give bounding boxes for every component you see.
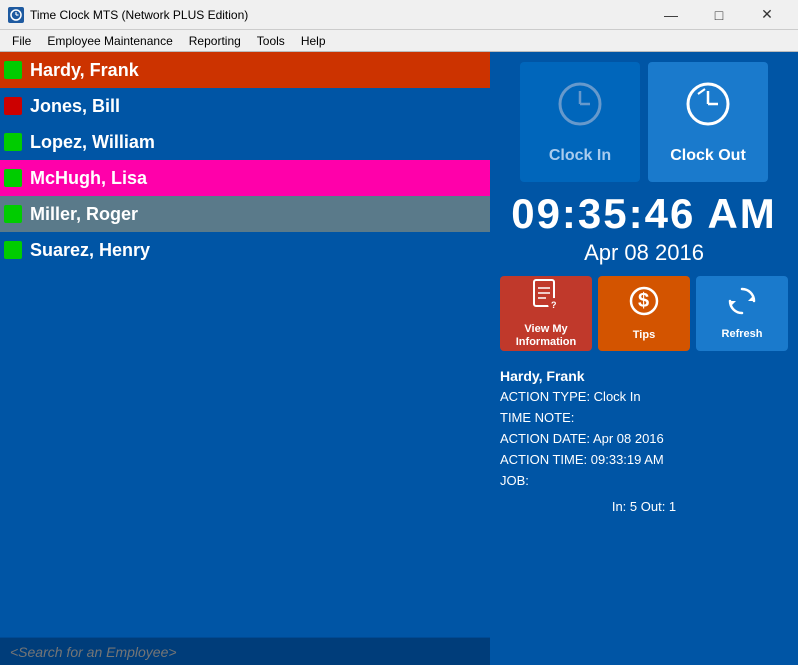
- employee-row[interactable]: Hardy, Frank: [0, 52, 490, 88]
- menu-help[interactable]: Help: [293, 32, 334, 50]
- refresh-icon: [726, 285, 758, 324]
- action-employee-name: Hardy, Frank: [500, 365, 788, 387]
- close-button[interactable]: ✕: [744, 0, 790, 30]
- employee-name: McHugh, Lisa: [30, 168, 147, 189]
- svg-text:$: $: [638, 290, 649, 312]
- employee-row[interactable]: Lopez, William: [0, 124, 490, 160]
- stats-line: In: 5 Out: 1: [612, 499, 676, 514]
- action-time-value: 09:33:19 AM: [591, 452, 664, 467]
- maximize-button[interactable]: □: [696, 0, 742, 30]
- view-info-button[interactable]: ? View MyInformation: [500, 276, 592, 351]
- app-icon: [8, 7, 24, 23]
- view-info-label: View MyInformation: [516, 323, 577, 349]
- time-note-line: TIME NOTE:: [500, 408, 788, 429]
- status-indicator: [4, 205, 22, 223]
- search-input[interactable]: [0, 637, 490, 665]
- action-date-value: Apr 08 2016: [593, 431, 664, 446]
- employee-name: Jones, Bill: [30, 96, 120, 117]
- menu-bar: File Employee Maintenance Reporting Tool…: [0, 30, 798, 52]
- employee-name: Hardy, Frank: [30, 60, 139, 81]
- svg-text:?: ?: [551, 300, 557, 310]
- employee-name: Lopez, William: [30, 132, 155, 153]
- clock-buttons: Clock In Clock Out: [520, 62, 768, 182]
- menu-employee-maintenance[interactable]: Employee Maintenance: [39, 32, 180, 50]
- status-indicator: [4, 97, 22, 115]
- time-display: 09:35:46 AM: [511, 190, 777, 238]
- clock-in-icon: [555, 79, 605, 139]
- action-date-line: ACTION DATE: Apr 08 2016: [500, 429, 788, 450]
- tips-label: Tips: [633, 329, 655, 342]
- employee-panel: Hardy, Frank Jones, Bill Lopez, William …: [0, 52, 490, 665]
- clock-out-icon: [683, 79, 733, 139]
- window-title: Time Clock MTS (Network PLUS Edition): [30, 8, 648, 22]
- status-indicator: [4, 61, 22, 79]
- employee-row[interactable]: Miller, Roger: [0, 196, 490, 232]
- tips-button[interactable]: $ Tips: [598, 276, 690, 351]
- employee-name: Miller, Roger: [30, 204, 138, 225]
- minimize-button[interactable]: —: [648, 0, 694, 30]
- menu-tools[interactable]: Tools: [249, 32, 293, 50]
- status-indicator: [4, 169, 22, 187]
- employee-name: Suarez, Henry: [30, 240, 150, 261]
- status-indicator: [4, 241, 22, 259]
- action-type-line: ACTION TYPE: Clock In: [500, 387, 788, 408]
- date-display: Apr 08 2016: [584, 240, 704, 266]
- employee-list: Hardy, Frank Jones, Bill Lopez, William …: [0, 52, 490, 637]
- action-buttons: ? View MyInformation $ Tips: [500, 276, 788, 351]
- job-line: JOB:: [500, 471, 788, 492]
- action-type-value: Clock In: [594, 389, 641, 404]
- window-controls[interactable]: — □ ✕: [648, 0, 790, 30]
- employee-row[interactable]: McHugh, Lisa: [0, 160, 490, 196]
- menu-file[interactable]: File: [4, 32, 39, 50]
- dollar-icon: $: [629, 284, 659, 325]
- clock-in-button[interactable]: Clock In: [520, 62, 640, 182]
- refresh-button[interactable]: Refresh: [696, 276, 788, 351]
- clock-in-label: Clock In: [549, 147, 611, 165]
- refresh-label: Refresh: [722, 328, 763, 341]
- employee-row[interactable]: Suarez, Henry: [0, 232, 490, 268]
- main-area: Hardy, Frank Jones, Bill Lopez, William …: [0, 52, 798, 665]
- clock-out-label: Clock Out: [670, 147, 746, 165]
- status-indicator: [4, 133, 22, 151]
- info-panel: Hardy, Frank ACTION TYPE: Clock In TIME …: [498, 361, 790, 495]
- employee-row[interactable]: Jones, Bill: [0, 88, 490, 124]
- document-icon: ?: [532, 278, 560, 319]
- clock-out-button[interactable]: Clock Out: [648, 62, 768, 182]
- right-panel: Clock In Clock Out 09:35:46 AM Apr 08 20…: [490, 52, 798, 665]
- menu-reporting[interactable]: Reporting: [181, 32, 249, 50]
- action-time-line: ACTION TIME: 09:33:19 AM: [500, 450, 788, 471]
- title-bar: Time Clock MTS (Network PLUS Edition) — …: [0, 0, 798, 30]
